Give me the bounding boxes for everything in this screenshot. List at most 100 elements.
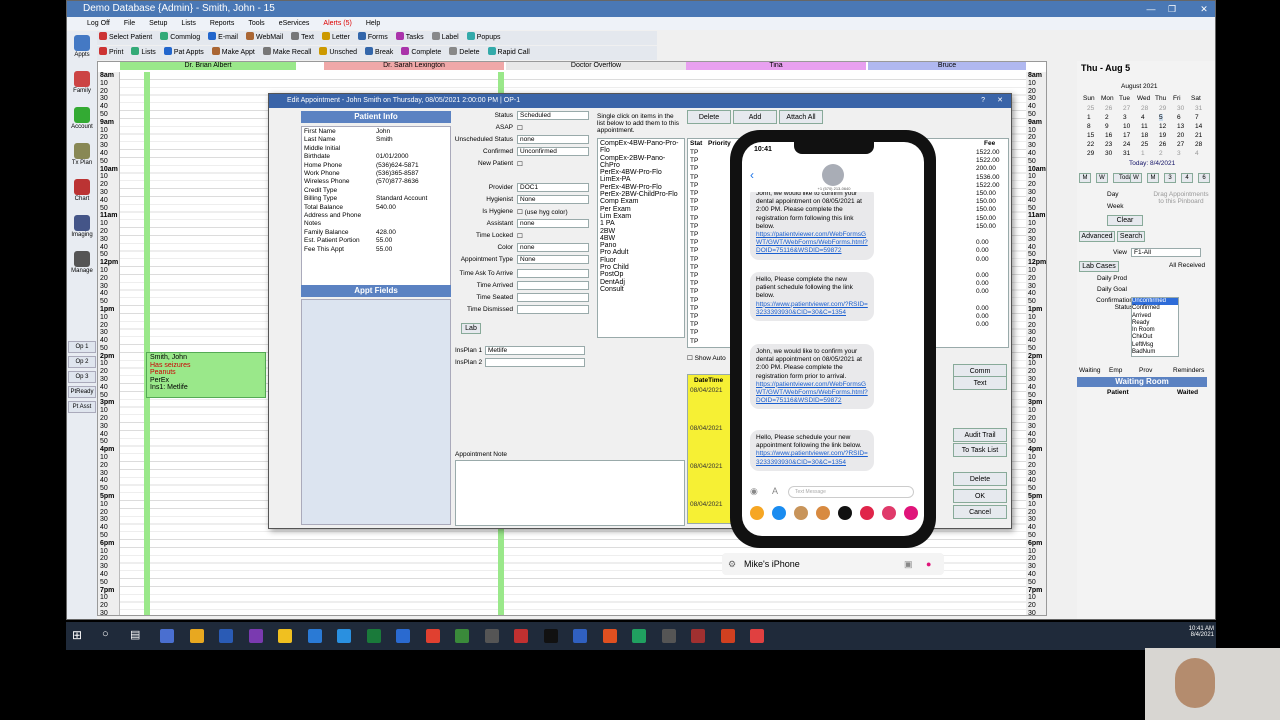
- nav-imaging[interactable]: Imaging: [68, 215, 96, 238]
- dialog-close-icon[interactable]: ✕: [997, 94, 1003, 108]
- provider-header[interactable]: Doctor Overflow: [506, 62, 686, 70]
- provider-header[interactable]: Tina: [686, 62, 866, 70]
- calendar-day[interactable]: 1: [1087, 114, 1091, 121]
- nav-account[interactable]: Account: [68, 107, 96, 130]
- status-field-value[interactable]: none: [517, 219, 589, 228]
- procedure-item[interactable]: Per Exam: [600, 206, 682, 213]
- status-field-value[interactable]: [517, 269, 589, 278]
- music-icon[interactable]: [860, 506, 874, 520]
- taskbar-app-icon[interactable]: [248, 629, 263, 643]
- procedure-item[interactable]: CompEx-4BW-Pano-Pro-Flo: [600, 140, 682, 155]
- checkbox[interactable]: ☐: [517, 160, 523, 168]
- calendar-day[interactable]: 25: [1141, 141, 1148, 148]
- view-button[interactable]: 4: [1181, 173, 1193, 183]
- message-bubble[interactable]: John, we would like to confirm your dent…: [750, 344, 874, 410]
- confirmation-option[interactable]: Unconfirmed: [1132, 298, 1178, 306]
- ok-button[interactable]: OK: [953, 489, 1007, 503]
- view-button[interactable]: M: [1079, 173, 1091, 183]
- toolbar1-button[interactable]: Label: [430, 31, 461, 45]
- help-icon[interactable]: ?: [981, 94, 985, 108]
- toolbar1-button[interactable]: Commlog: [158, 31, 202, 45]
- calendar-day[interactable]: 25: [1087, 105, 1094, 112]
- procedure-item[interactable]: CompEx-2BW-Pano-ChPro: [600, 155, 682, 170]
- week-radio[interactable]: Week: [1107, 203, 1124, 210]
- patient-info-value[interactable]: 01/01/2000: [376, 153, 409, 160]
- calendar-day[interactable]: 27: [1177, 141, 1184, 148]
- appstore-icon[interactable]: [772, 506, 786, 520]
- status-field-value[interactable]: [517, 305, 589, 314]
- op-button[interactable]: Op 2: [68, 356, 96, 368]
- patient-info-value[interactable]: 55.00: [376, 246, 392, 253]
- calendar-day[interactable]: 4: [1195, 150, 1199, 157]
- calendar-day[interactable]: 18: [1141, 132, 1148, 139]
- tab-reminders[interactable]: Reminders: [1173, 367, 1204, 374]
- search-icon[interactable]: ○: [102, 628, 109, 640]
- toolbar1-button[interactable]: Letter: [320, 31, 352, 45]
- taskbar-app-icon[interactable]: [602, 629, 617, 643]
- status-field-value[interactable]: [517, 293, 589, 302]
- minimize-icon[interactable]: —: [1142, 1, 1160, 17]
- taskbar-app-icon[interactable]: [543, 629, 558, 643]
- procedure-item[interactable]: Comp Exam: [600, 198, 682, 205]
- toolbar1-button[interactable]: Select Patient: [97, 31, 154, 45]
- checkbox[interactable]: ☐: [517, 232, 523, 240]
- toolbar2-button[interactable]: Unsched: [317, 46, 359, 60]
- advanced-button[interactable]: Advanced: [1079, 231, 1115, 242]
- lab-button[interactable]: Lab: [461, 323, 481, 334]
- calendar-day[interactable]: 1: [1141, 150, 1145, 157]
- procedure-item[interactable]: 4BW: [600, 235, 682, 242]
- provider-header[interactable]: Dr. Sarah Lexington: [324, 62, 504, 70]
- view-button[interactable]: 3: [1164, 173, 1176, 183]
- procedure-item[interactable]: PerEx-4BW-Pro-Flo: [600, 184, 682, 191]
- day-radio[interactable]: Day: [1107, 191, 1119, 198]
- calendar-day[interactable]: 27: [1123, 105, 1130, 112]
- procedure-item[interactable]: 2BW: [600, 228, 682, 235]
- confirmation-option[interactable]: LeftMsg: [1132, 342, 1178, 349]
- text-button[interactable]: Text: [953, 376, 1007, 390]
- confirmation-option[interactable]: In Room: [1132, 327, 1178, 334]
- calendar-day[interactable]: 21: [1195, 132, 1202, 139]
- menu-item[interactable]: Help: [366, 20, 380, 27]
- toolbar2-button[interactable]: Delete: [447, 46, 481, 60]
- status-field-value[interactable]: none: [517, 135, 589, 144]
- taskbar-app-icon[interactable]: [160, 629, 174, 643]
- procedure-item[interactable]: PostOp: [600, 271, 682, 278]
- calendar-day[interactable]: 30: [1105, 150, 1112, 157]
- calendar-day[interactable]: 28: [1141, 105, 1148, 112]
- message-bubble[interactable]: Hello, Please schedule your new appointm…: [750, 430, 874, 471]
- nav-tx-plan[interactable]: Tx Plan: [68, 143, 96, 166]
- heart-icon[interactable]: [904, 506, 918, 520]
- patient-info-grid[interactable]: First Name John Last Name Smith Middle Initi…: [301, 126, 451, 286]
- patient-info-value[interactable]: (536)624-5871: [376, 162, 419, 169]
- taskbar-app-icon[interactable]: [455, 629, 469, 643]
- checkbox[interactable]: ☐: [517, 124, 523, 132]
- patient-info-value[interactable]: John: [376, 128, 390, 135]
- toolbar1-button[interactable]: E-mail: [206, 31, 240, 45]
- taskbar-app-icon[interactable]: [278, 629, 292, 643]
- taskbar-app-icon[interactable]: [425, 629, 440, 643]
- status-field-value[interactable]: none: [517, 243, 589, 252]
- memoji-icon[interactable]: [816, 506, 830, 520]
- tab-waiting[interactable]: Waiting: [1079, 367, 1100, 374]
- calendar-day[interactable]: 26: [1159, 141, 1166, 148]
- proc-delete-button[interactable]: Delete: [687, 110, 731, 124]
- patient-info-value[interactable]: 55.00: [376, 237, 392, 244]
- menu-item[interactable]: Tools: [248, 20, 264, 27]
- toolbar1-button[interactable]: WebMail: [244, 31, 285, 45]
- nav-manage[interactable]: Manage: [68, 251, 96, 274]
- toolbar2-button[interactable]: Print: [97, 46, 125, 60]
- calendar-day[interactable]: 4: [1141, 114, 1145, 121]
- calendar-day[interactable]: 9: [1105, 123, 1109, 130]
- procedure-item[interactable]: PerEx-4BW-Pro-Flo: [600, 169, 682, 176]
- confirmation-option[interactable]: Confirmed: [1132, 305, 1178, 312]
- calendar-day[interactable]: 29: [1087, 150, 1094, 157]
- nav-appts[interactable]: Appts: [68, 35, 96, 58]
- patient-info-value[interactable]: Standard Account: [376, 195, 427, 202]
- taskbar-app-icon[interactable]: [189, 629, 204, 643]
- taskbar-app-icon[interactable]: [691, 629, 705, 643]
- toolbar2-button[interactable]: Make Recall: [261, 46, 314, 60]
- calendar-day[interactable]: 31: [1195, 105, 1202, 112]
- screenshot-icon[interactable]: ▣: [904, 553, 913, 575]
- confirmation-option[interactable]: BadNum: [1132, 349, 1178, 356]
- taskbar-app-icon[interactable]: [750, 629, 764, 643]
